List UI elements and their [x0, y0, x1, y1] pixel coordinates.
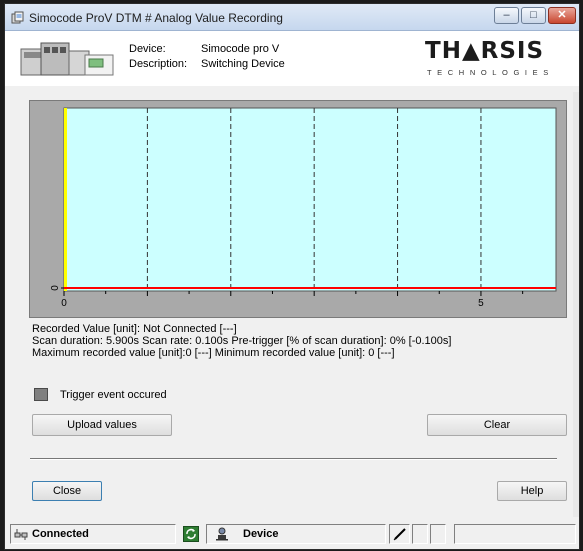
device-value: Simocode pro V [201, 43, 280, 55]
close-window-button[interactable]: ✕ [548, 7, 576, 24]
trigger-label: Trigger event occured [60, 389, 167, 401]
x-tick-label: 5 [478, 298, 484, 309]
window-edge [573, 92, 579, 517]
logo-subtext: TECHNOLOGIES [427, 68, 554, 77]
device-user-icon [216, 527, 228, 541]
y-tick-label: 0 [50, 285, 61, 291]
trigger-cursor [64, 108, 67, 291]
status-panel-a [412, 524, 428, 544]
thorsis-logo: TH▲RSIS TECHNOLOGIES [425, 35, 577, 81]
device-label: Device: [129, 43, 166, 55]
scan-info-text: Scan duration: 5.900s Scan rate: 0.100s … [32, 335, 452, 347]
app-icon [11, 11, 24, 24]
close-button[interactable]: Close [32, 481, 102, 501]
refresh-icon[interactable] [183, 526, 199, 542]
pencil-icon [393, 528, 406, 541]
device-image [20, 42, 114, 76]
upload-values-button[interactable]: Upload values [32, 414, 172, 436]
app-window: Simocode ProV DTM # Analog Value Recordi… [4, 3, 580, 550]
edit-panel [389, 524, 410, 544]
recording-chart: 0 5 0 [29, 100, 567, 318]
description-label: Description: [129, 58, 188, 70]
clear-button[interactable]: Clear [427, 414, 567, 436]
mode-status: Device [243, 528, 279, 540]
help-button[interactable]: Help [497, 481, 567, 501]
minmax-text: Maximum recorded value [unit]:0 [---] Mi… [32, 347, 395, 359]
logo-text: TH▲RSIS [425, 38, 545, 64]
status-panel-c [454, 524, 576, 544]
x-tick-label: 0 [61, 298, 67, 309]
minimize-button[interactable]: – [494, 7, 519, 24]
window-title: Simocode ProV DTM # Analog Value Recordi… [29, 11, 283, 25]
separator [30, 458, 557, 460]
maximize-button[interactable]: □ [521, 7, 546, 24]
recorded-value-text: Recorded Value [unit]: Not Connected [--… [32, 323, 237, 335]
connection-status: Connected [32, 528, 89, 540]
mode-panel: Device [206, 524, 386, 544]
trigger-indicator [34, 388, 48, 401]
device-header: Device: Simocode pro V Description: Swit… [5, 31, 579, 86]
chart-canvas: 0 5 0 [50, 107, 557, 309]
connection-panel: Connected [10, 524, 176, 544]
status-bar: Connected Device [5, 519, 579, 549]
plot-area [63, 107, 557, 292]
connection-icon [14, 529, 28, 540]
description-value: Switching Device [201, 58, 285, 70]
title-bar[interactable]: Simocode ProV DTM # Analog Value Recordi… [5, 4, 579, 31]
status-panel-b [430, 524, 446, 544]
